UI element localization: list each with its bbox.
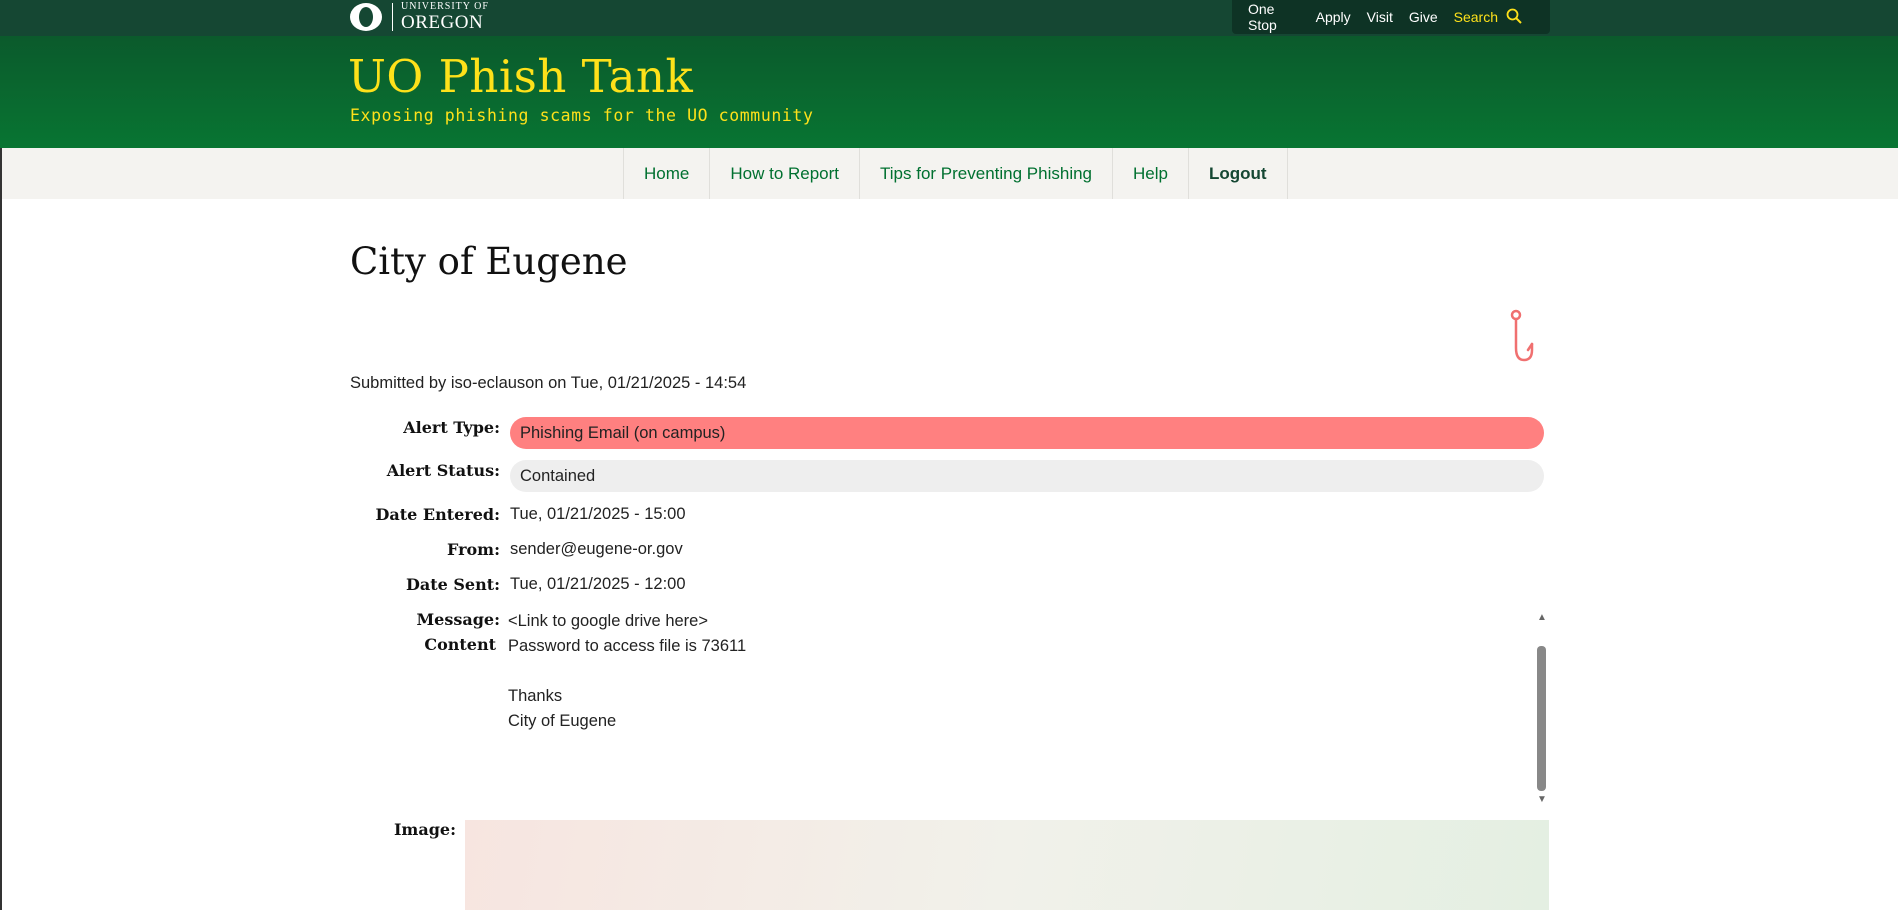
top-utility-bar: [0, 0, 1898, 36]
left-border: [0, 148, 2, 910]
from-label: From:: [446, 540, 500, 559]
nav-home[interactable]: Home: [623, 148, 709, 199]
submitted-info: Submitted by iso-eclauson on Tue, 01/21/…: [350, 374, 747, 392]
message-label: Message:: [416, 610, 500, 629]
image-label: Image:: [393, 820, 456, 839]
alert-status-value: Contained: [510, 460, 1544, 492]
alert-type-label: Alert Type:: [403, 418, 500, 437]
utility-link-give[interactable]: Give: [1409, 9, 1438, 25]
nav-how-to-report[interactable]: How to Report: [709, 148, 859, 199]
message-scrollbar[interactable]: ▲ ▼: [1535, 612, 1549, 808]
date-entered-value: Tue, 01/21/2025 - 15:00: [510, 505, 686, 523]
date-entered-label: Date Entered:: [375, 505, 500, 524]
logo-divider: [392, 3, 393, 31]
uo-logo[interactable]: UNIVERSITY OF OREGON: [348, 0, 489, 34]
from-value[interactable]: sender@eugene-or.gov: [510, 540, 683, 559]
scroll-thumb[interactable]: [1537, 646, 1546, 791]
message-line: [508, 662, 1548, 687]
content-label: Content: [424, 635, 496, 654]
site-header: [0, 36, 1898, 148]
site-title[interactable]: UO Phish Tank: [348, 50, 693, 103]
search-icon: [1506, 8, 1522, 27]
fishhook-icon: [1508, 308, 1540, 369]
uo-wordmark: UNIVERSITY OF OREGON: [401, 1, 489, 33]
search-button[interactable]: Search: [1454, 8, 1522, 27]
date-sent-value: Tue, 01/21/2025 - 12:00: [510, 575, 686, 593]
phishing-screenshot-image[interactable]: [465, 820, 1549, 910]
utility-link-visit[interactable]: Visit: [1367, 9, 1393, 25]
alert-status-text: Contained: [520, 466, 596, 485]
nav-help[interactable]: Help: [1112, 148, 1188, 199]
alert-status-label: Alert Status:: [386, 461, 500, 480]
message-content-box[interactable]: <Link to google drive here> Password to …: [508, 612, 1548, 808]
message-line: City of Eugene: [508, 712, 617, 730]
nav-logout[interactable]: Logout: [1187, 148, 1288, 199]
main-nav: Home How to Report Tips for Preventing P…: [623, 148, 1288, 199]
alert-type-value: Phishing Email (on campus): [510, 417, 1544, 449]
search-label: Search: [1453, 9, 1498, 25]
message-line: Password to access file is 73611: [508, 637, 747, 655]
scroll-up-icon[interactable]: ▲: [1536, 612, 1548, 624]
message-line: <Link to google drive here>: [508, 612, 708, 630]
scroll-down-icon[interactable]: ▼: [1536, 794, 1548, 806]
nav-tips[interactable]: Tips for Preventing Phishing: [859, 148, 1112, 199]
alert-type-text: Phishing Email (on campus): [520, 423, 726, 442]
message-line: Thanks: [508, 687, 563, 705]
page-title: City of Eugene: [350, 240, 628, 283]
site-slogan: Exposing phishing scams for the UO commu…: [350, 106, 814, 125]
utility-link-one-stop[interactable]: One Stop: [1248, 1, 1300, 33]
uo-o-logo-icon: [348, 0, 384, 34]
utility-link-apply[interactable]: Apply: [1316, 9, 1351, 25]
logo-small-text: UNIVERSITY OF: [401, 1, 489, 12]
logo-big-text: OREGON: [401, 12, 484, 33]
utility-links: One Stop Apply Visit Give Search: [1232, 0, 1550, 34]
date-sent-label: Date Sent:: [405, 575, 500, 594]
